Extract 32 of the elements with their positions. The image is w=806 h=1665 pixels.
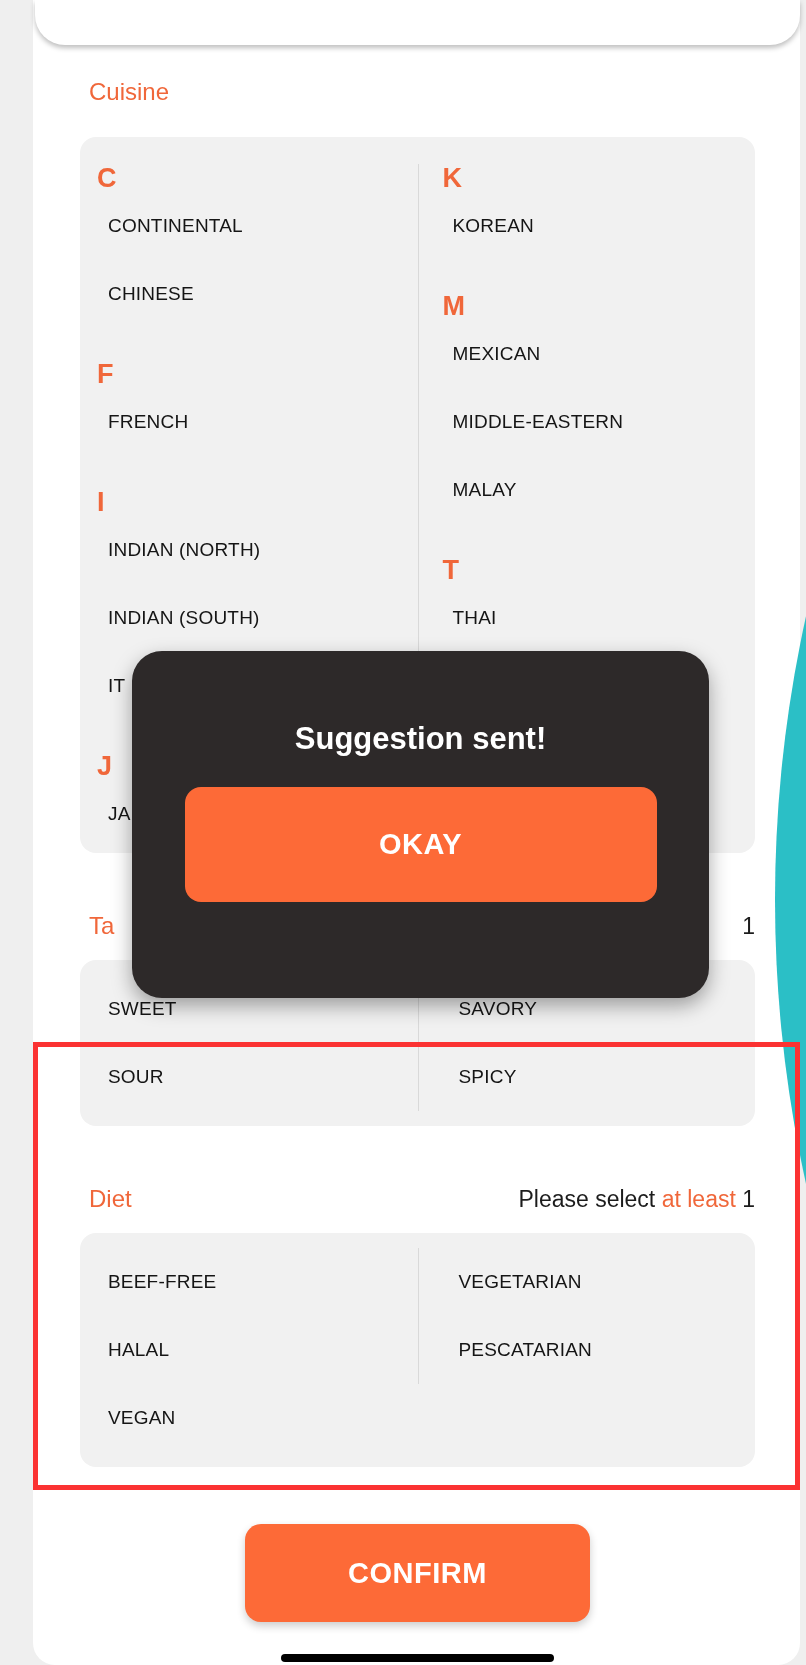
option-item[interactable]: VEGETARIAN bbox=[458, 1248, 582, 1316]
option-item[interactable]: MIDDLE-EASTERN bbox=[452, 388, 624, 456]
option-item[interactable]: MEXICAN bbox=[452, 320, 541, 388]
option-item[interactable]: THAI bbox=[452, 584, 497, 652]
dialog-message: Suggestion sent! bbox=[294, 721, 547, 757]
option-item[interactable]: INDIAN (SOUTH) bbox=[108, 584, 260, 652]
option-item[interactable]: VEGAN bbox=[108, 1384, 176, 1452]
index-letter: C bbox=[97, 162, 117, 192]
selection-hint: 1 bbox=[742, 912, 755, 940]
selection-hint: Please select at least 1 bbox=[518, 1185, 755, 1213]
index-letter: T bbox=[442, 554, 459, 584]
index-letter: I bbox=[97, 486, 105, 516]
index-letter: M bbox=[442, 290, 465, 320]
option-item[interactable]: IT bbox=[108, 652, 126, 720]
index-letter: K bbox=[442, 164, 462, 192]
index-letter: F bbox=[97, 358, 114, 388]
index-letter: J bbox=[97, 750, 113, 780]
option-item[interactable]: HALAL bbox=[108, 1316, 170, 1384]
option-item[interactable]: KOREAN bbox=[452, 192, 534, 260]
option-item[interactable]: JA bbox=[108, 780, 131, 848]
option-item[interactable]: FRENCH bbox=[108, 388, 189, 456]
section-title: Ta bbox=[89, 912, 115, 940]
option-item[interactable]: BEEF-FREE bbox=[108, 1248, 217, 1316]
section-title: Diet bbox=[89, 1185, 132, 1213]
option-item[interactable]: CONTINENTAL bbox=[108, 192, 243, 260]
option-item[interactable]: MALAY bbox=[452, 456, 517, 524]
option-item[interactable]: PESCATARIAN bbox=[458, 1316, 592, 1384]
option-item[interactable]: SPICY bbox=[458, 1043, 517, 1111]
option-item[interactable]: SOUR bbox=[108, 1043, 164, 1111]
option-item[interactable]: INDIAN (NORTH) bbox=[108, 516, 261, 584]
section-title: Cuisine bbox=[89, 78, 170, 106]
option-item[interactable]: CHINESE bbox=[108, 260, 194, 328]
